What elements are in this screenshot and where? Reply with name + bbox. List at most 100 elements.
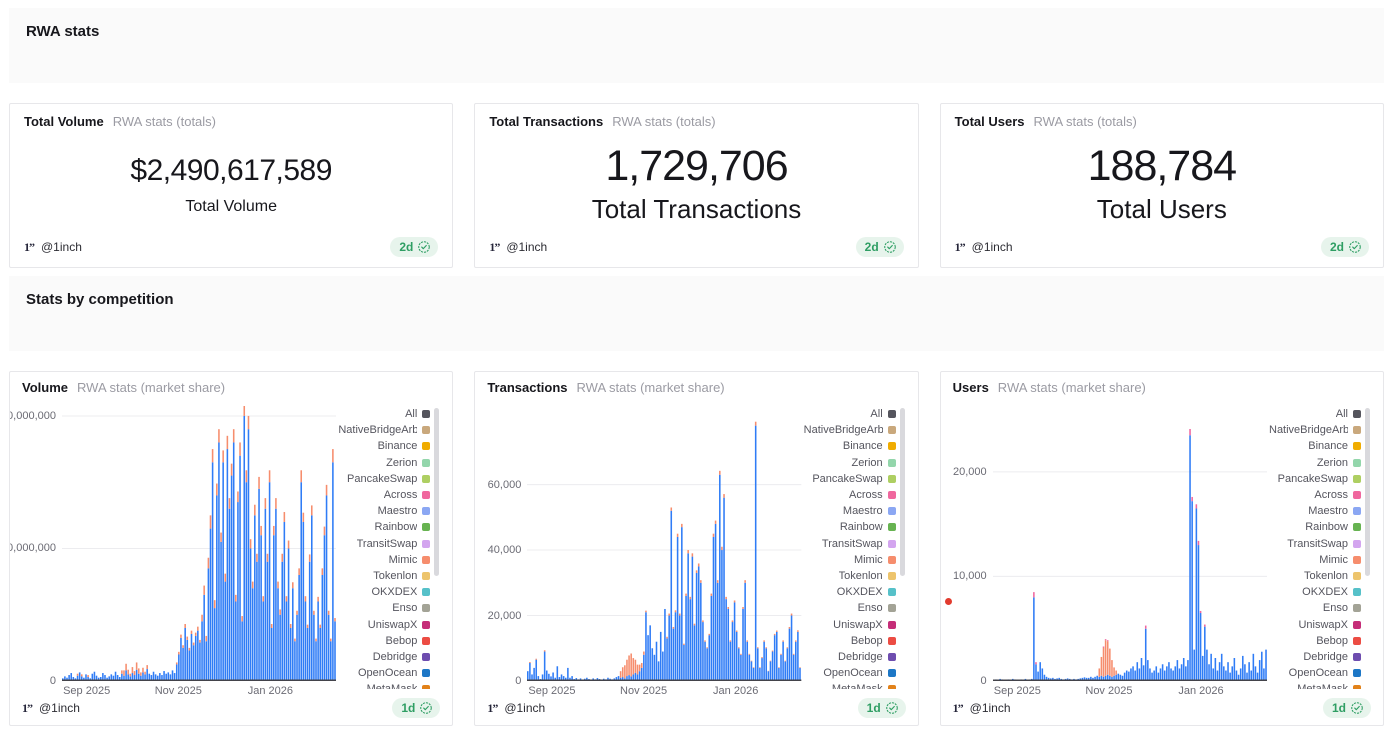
plot-area[interactable]: Sep 2025Nov 2025Jan 2026 <box>62 406 336 693</box>
legend-swatch-icon <box>888 572 896 580</box>
attribution-handle[interactable]: @1inch <box>972 240 1013 254</box>
legend-item[interactable]: Rainbow <box>336 519 430 535</box>
legend-swatch-icon <box>1353 621 1361 629</box>
freshness-badge[interactable]: 1d <box>858 698 906 718</box>
legend-item[interactable]: Maestro <box>802 503 896 519</box>
legend-item[interactable]: Enso <box>336 600 430 616</box>
legend-item[interactable]: Binance <box>802 438 896 454</box>
legend-swatch-icon <box>422 426 430 434</box>
legend-scrollbar[interactable] <box>900 408 905 576</box>
legend-item[interactable]: All <box>1267 406 1361 422</box>
legend-item[interactable]: Debridge <box>1267 649 1361 665</box>
legend-item[interactable]: Binance <box>336 438 430 454</box>
legend-item[interactable]: Tokenlon <box>1267 568 1361 584</box>
legend-item[interactable]: MetaMask <box>802 681 896 689</box>
legend-item[interactable]: Mimic <box>802 552 896 568</box>
legend-item[interactable]: Rainbow <box>802 519 896 535</box>
legend-item[interactable]: NativeBridgeArbitrum <box>1267 422 1361 438</box>
legend-item[interactable]: TransitSwap <box>336 536 430 552</box>
legend-item[interactable]: OpenOcean <box>802 665 896 681</box>
volume-chart-card[interactable]: Volume RWA stats (market share) 020,000,… <box>9 371 453 726</box>
legend-item[interactable]: Zerion <box>336 455 430 471</box>
legend-item[interactable]: PancakeSwap <box>1267 471 1361 487</box>
legend-label: PancakeSwap <box>812 473 882 485</box>
legend-item[interactable]: Bebop <box>1267 633 1361 649</box>
plot-area[interactable]: Sep 2025Nov 2025Jan 2026 <box>993 406 1267 693</box>
legend-item[interactable]: Enso <box>1267 600 1361 616</box>
legend-item[interactable]: Tokenlon <box>336 568 430 584</box>
legend-item[interactable]: Across <box>1267 487 1361 503</box>
legend-item[interactable]: Mimic <box>1267 552 1361 568</box>
freshness-badge[interactable]: 2d <box>1321 237 1369 257</box>
transactions-chart-card[interactable]: Transactions RWA stats (market share) 02… <box>474 371 918 726</box>
legend-label: MetaMask <box>1297 683 1348 689</box>
legend-item[interactable]: UniswapX <box>336 616 430 632</box>
total-users-card[interactable]: Total Users RWA stats (totals) 188,784 T… <box>940 103 1384 268</box>
attribution-handle[interactable]: @1inch <box>506 240 547 254</box>
bar-chart[interactable] <box>527 406 801 681</box>
legend-swatch-icon <box>1353 669 1361 677</box>
legend-swatch-icon <box>1353 653 1361 661</box>
attribution-handle[interactable]: @1inch <box>41 240 82 254</box>
legend-item[interactable]: Across <box>336 487 430 503</box>
x-tick-label: Sep 2025 <box>528 685 575 697</box>
legend-item[interactable]: Tokenlon <box>802 568 896 584</box>
freshness-badge[interactable]: 2d <box>390 237 438 257</box>
legend-item[interactable]: Binance <box>1267 438 1361 454</box>
freshness-badge[interactable]: 2d <box>856 237 904 257</box>
plot-area[interactable]: Sep 2025Nov 2025Jan 2026 <box>527 406 801 693</box>
legend-item[interactable]: Bebop <box>802 633 896 649</box>
legend-item[interactable]: Enso <box>802 600 896 616</box>
legend-item[interactable]: Zerion <box>802 455 896 471</box>
legend-item[interactable]: Across <box>802 487 896 503</box>
legend-label: TransitSwap <box>822 538 883 550</box>
legend-item[interactable]: NativeBridgeArbitrum <box>802 422 896 438</box>
legend-item[interactable]: UniswapX <box>1267 616 1361 632</box>
legend-item[interactable]: UniswapX <box>802 616 896 632</box>
total-transactions-card[interactable]: Total Transactions RWA stats (totals) 1,… <box>474 103 918 268</box>
freshness-text: 1d <box>1332 701 1346 715</box>
legend-item[interactable]: PancakeSwap <box>802 471 896 487</box>
users-chart-card[interactable]: Users RWA stats (market share) 010,00020… <box>940 371 1384 726</box>
attribution-handle[interactable]: @1inch <box>504 701 545 715</box>
legend-label: Tokenlon <box>839 570 883 582</box>
attribution-handle[interactable]: @1inch <box>39 701 80 715</box>
bar-chart[interactable] <box>62 406 336 681</box>
chart-subtitle: RWA stats (market share) <box>577 380 725 395</box>
bar-chart[interactable] <box>993 406 1267 681</box>
legend-item[interactable]: Debridge <box>802 649 896 665</box>
legend-label: TransitSwap <box>1287 538 1348 550</box>
legend-item[interactable]: Maestro <box>336 503 430 519</box>
freshness-badge[interactable]: 1d <box>392 698 440 718</box>
legend-item[interactable]: OpenOcean <box>336 665 430 681</box>
legend-item[interactable]: OpenOcean <box>1267 665 1361 681</box>
legend-item[interactable]: Rainbow <box>1267 519 1361 535</box>
legend-item[interactable]: NativeBridgeArbitrum <box>336 422 430 438</box>
legend-label: MetaMask <box>367 683 418 689</box>
legend-item[interactable]: Bebop <box>336 633 430 649</box>
legend-item[interactable]: OKXDEX <box>1267 584 1361 600</box>
legend-item[interactable]: All <box>336 406 430 422</box>
legend-item[interactable]: TransitSwap <box>802 536 896 552</box>
total-volume-card[interactable]: Total Volume RWA stats (totals) $2,490,6… <box>9 103 453 268</box>
freshness-badge[interactable]: 1d <box>1323 698 1371 718</box>
legend-swatch-icon <box>888 523 896 531</box>
legend-swatch-icon <box>1353 426 1361 434</box>
legend-item[interactable]: Debridge <box>336 649 430 665</box>
attribution-handle[interactable]: @1inch <box>970 701 1011 715</box>
legend-scrollbar[interactable] <box>434 408 439 576</box>
legend-item[interactable]: Mimic <box>336 552 430 568</box>
legend-item[interactable]: Zerion <box>1267 455 1361 471</box>
legend-item[interactable]: OKXDEX <box>802 584 896 600</box>
y-axis: 010,00020,000 <box>953 406 993 693</box>
legend-item[interactable]: All <box>802 406 896 422</box>
legend-item[interactable]: OKXDEX <box>336 584 430 600</box>
legend-item[interactable]: MetaMask <box>336 681 430 689</box>
legend-item[interactable]: MetaMask <box>1267 681 1361 689</box>
legend-item[interactable]: TransitSwap <box>1267 536 1361 552</box>
legend-item[interactable]: PancakeSwap <box>336 471 430 487</box>
legend-item[interactable]: Maestro <box>1267 503 1361 519</box>
freshness-text: 2d <box>1330 240 1344 254</box>
y-tick-label: 20,000 <box>488 610 522 622</box>
legend-scrollbar[interactable] <box>1365 408 1370 576</box>
